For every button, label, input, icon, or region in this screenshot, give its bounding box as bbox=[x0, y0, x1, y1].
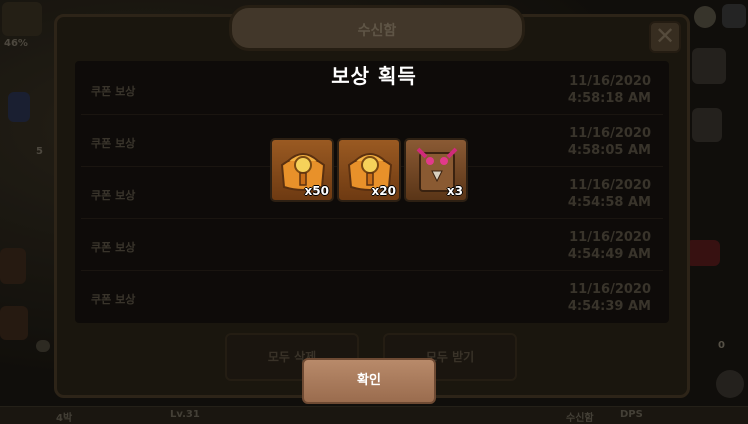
confirm-button[interactable]: 확인 bbox=[302, 358, 436, 404]
reward-count: x3 bbox=[446, 184, 463, 198]
reward-slot[interactable]: x20 bbox=[337, 138, 401, 202]
reward-count: x20 bbox=[371, 184, 396, 198]
reward-slot[interactable]: x50 bbox=[270, 138, 334, 202]
reward-slot[interactable]: x3 bbox=[404, 138, 468, 202]
reward-count: x50 bbox=[304, 184, 329, 198]
reward-popup-title: 보상 획득 bbox=[331, 64, 417, 88]
